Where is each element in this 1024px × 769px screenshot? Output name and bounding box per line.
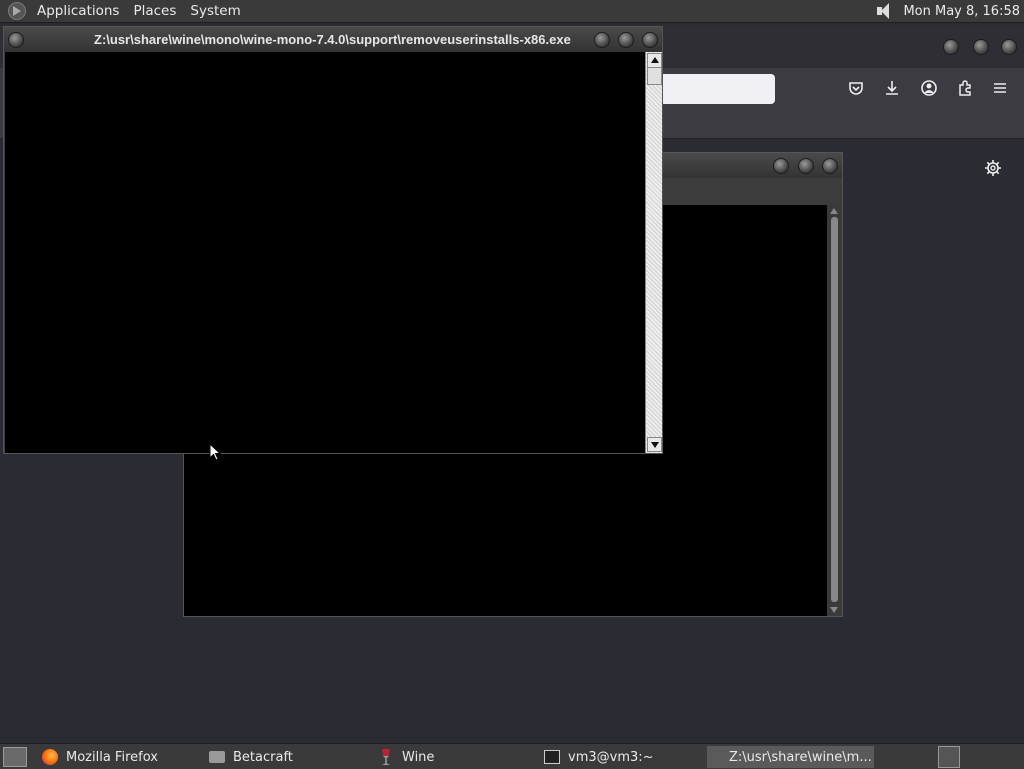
clock[interactable]: Mon May 8, 16:58: [903, 4, 1024, 19]
scroll-thumb[interactable]: [831, 217, 838, 602]
scroll-up-button[interactable]: [647, 53, 662, 68]
scroll-down-icon[interactable]: [830, 607, 838, 613]
download-icon[interactable]: [882, 79, 902, 99]
task-terminal[interactable]: vm3@vm3:~: [538, 746, 660, 768]
close-button[interactable]: [822, 158, 838, 174]
menu-icon[interactable]: [990, 79, 1010, 99]
task-label: Wine: [402, 749, 435, 765]
task-betacraft[interactable]: Betacraft: [203, 746, 299, 768]
volume-icon[interactable]: [873, 2, 895, 20]
terminal-icon: [544, 750, 560, 764]
task-label: Z:\usr\share\wine\m...: [729, 749, 872, 765]
maximize-button[interactable]: [973, 39, 989, 55]
task-wine[interactable]: Wine: [372, 746, 440, 768]
wine-icon: [382, 749, 390, 765]
firefox-url-bar[interactable]: [660, 74, 775, 104]
minimize-button[interactable]: [594, 32, 610, 48]
maximize-button[interactable]: [798, 158, 814, 174]
task-label: Betacraft: [233, 749, 293, 765]
scroll-up-icon[interactable]: [830, 208, 838, 214]
scrollbar[interactable]: [827, 205, 842, 616]
folder-icon: [209, 751, 225, 763]
task-firefox[interactable]: Mozilla Firefox: [36, 746, 164, 768]
close-button[interactable]: [642, 32, 658, 48]
minimize-button[interactable]: [773, 158, 789, 174]
account-icon[interactable]: [919, 79, 939, 99]
console-area[interactable]: [5, 52, 645, 453]
scroll-thumb[interactable]: [647, 67, 662, 85]
workspace-switcher[interactable]: [938, 746, 960, 768]
task-label: vm3@vm3:~: [568, 749, 654, 765]
wine-console-window[interactable]: Z:\usr\share\wine\mono\wine-mono-7.4.0\s…: [3, 26, 663, 454]
show-desktop-icon[interactable]: [3, 746, 27, 767]
pocket-icon[interactable]: [846, 79, 866, 99]
scrollbar[interactable]: [645, 52, 662, 453]
top-panel: Applications Places System Mon May 8, 16…: [0, 0, 1024, 23]
minimize-button[interactable]: [943, 39, 959, 55]
scroll-down-button[interactable]: [647, 437, 662, 452]
task-wine-console[interactable]: Z:\usr\share\wine\m...: [707, 746, 874, 768]
arrow-up-icon: [651, 57, 659, 63]
gear-icon[interactable]: [983, 159, 1003, 179]
arrow-down-icon: [651, 442, 659, 448]
maximize-button[interactable]: [618, 32, 634, 48]
window-menu-button[interactable]: [8, 32, 24, 48]
main-menu: Applications Places System: [30, 0, 248, 22]
firefox-icon: [42, 749, 58, 765]
mate-logo-icon[interactable]: [8, 2, 26, 20]
close-button[interactable]: [1001, 39, 1017, 55]
menu-system[interactable]: System: [183, 0, 247, 22]
panel-tray: Mon May 8, 16:58: [873, 0, 1024, 22]
window-titlebar[interactable]: Z:\usr\share\wine\mono\wine-mono-7.4.0\s…: [4, 27, 662, 52]
window-title: Z:\usr\share\wine\mono\wine-mono-7.4.0\s…: [94, 32, 571, 47]
extensions-icon[interactable]: [955, 79, 975, 99]
task-label: Mozilla Firefox: [66, 749, 158, 765]
taskbar: Mozilla Firefox Betacraft Wine vm3@vm3:~…: [0, 743, 1024, 769]
menu-places[interactable]: Places: [126, 0, 183, 22]
menu-applications[interactable]: Applications: [30, 0, 126, 22]
